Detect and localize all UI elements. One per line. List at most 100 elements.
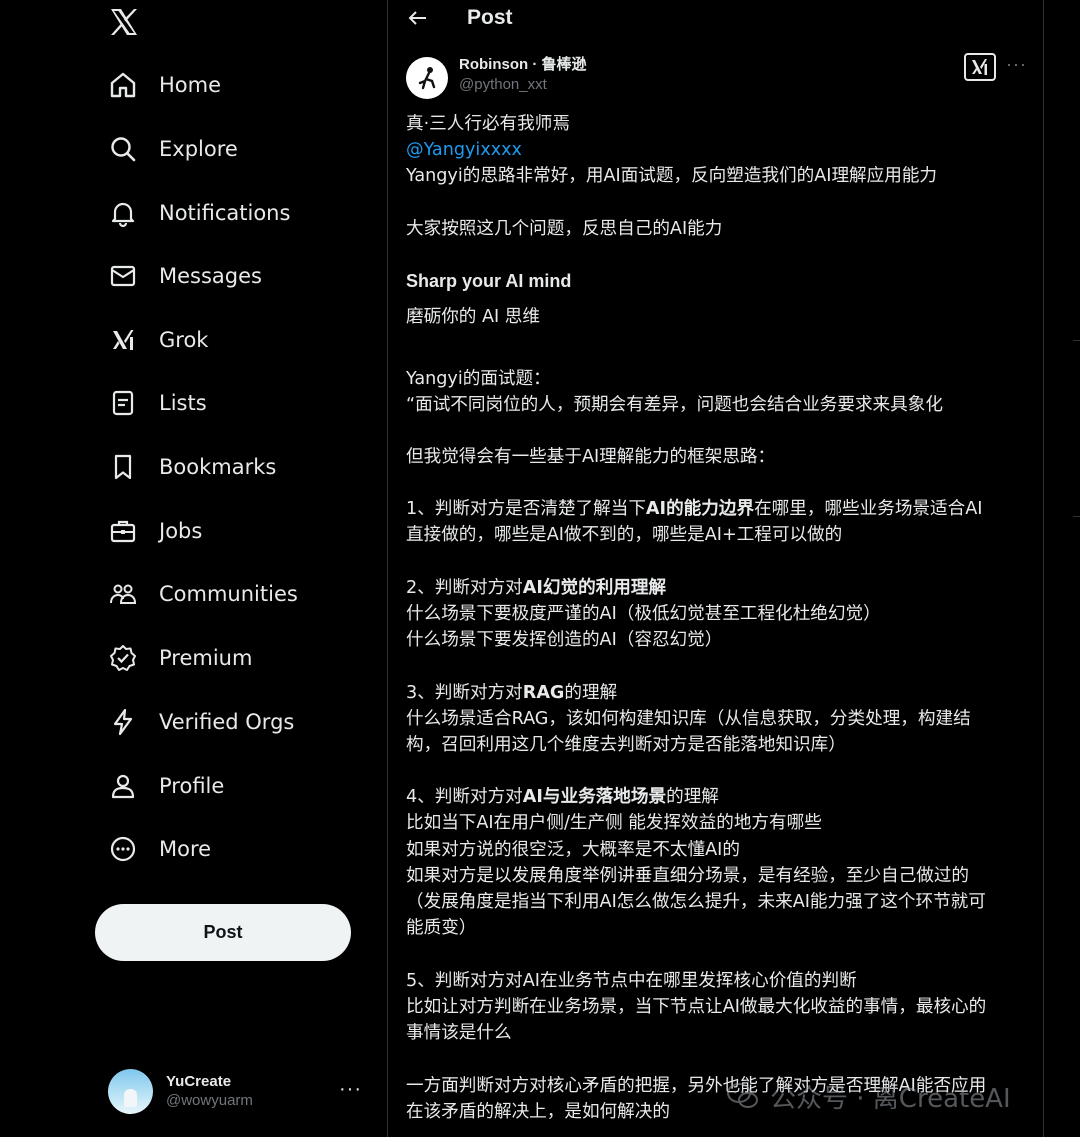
post-line: 1、判断对方是否清楚了解当下AI的能力边界在哪里，哪些业务场景适合AI (406, 496, 982, 522)
nav-verified-orgs-label: Verified Orgs (159, 710, 295, 734)
account-handle: @wowyuarm (166, 1092, 253, 1109)
watermark-text: 公众号 · 离CreateAI (770, 1083, 1011, 1114)
nav-premium-label: Premium (159, 646, 253, 670)
post-line: 3、判断对方对RAG的理解 (406, 680, 617, 706)
x-logo-icon[interactable] (104, 2, 144, 42)
nav-messages-label: Messages (159, 264, 262, 288)
nav-jobs-label: Jobs (159, 519, 203, 543)
post-text-span: 1、判断对方是否清楚了解当下 (406, 499, 646, 519)
nav-home[interactable]: Home (106, 60, 221, 110)
nav-grok[interactable]: Grok (106, 315, 208, 365)
post-line: 什么场景下要发挥创造的AI（容忍幻觉） (406, 630, 723, 650)
post-line: Yangyi的面试题： (406, 369, 551, 389)
nav-bookmarks-label: Bookmarks (159, 455, 277, 479)
page-title: Post (467, 6, 513, 29)
post-line: 如果对方说的很空泛，大概率是不太懂AI的 (406, 840, 740, 860)
author-handle[interactable]: @python_xxt (459, 76, 547, 93)
author-avatar[interactable] (406, 57, 448, 99)
nav-grok-label: Grok (159, 328, 209, 352)
avatar (108, 1068, 153, 1114)
home-icon (106, 68, 140, 102)
post-line: 比如让对方判断在业务场景，当下节点让AI做最大化收益的事情，最核心的 (406, 997, 987, 1017)
post-line: 4、判断对方对AI与业务落地场景的理解 (406, 784, 719, 810)
post-line: 2、判断对方对AI幻觉的利用理解 (406, 575, 666, 601)
nav-communities-label: Communities (159, 582, 298, 606)
account-switcher[interactable]: YuCreate @wowyuarm ··· (108, 1066, 368, 1116)
nav-communities[interactable]: Communities (106, 569, 298, 619)
nav-bookmarks[interactable]: Bookmarks (106, 442, 276, 492)
post-text-bold: RAG (522, 683, 565, 703)
post-line: 事情该是什么 (406, 1023, 512, 1043)
account-name: YuCreate (166, 1073, 232, 1090)
more-options-icon[interactable]: ··· (339, 1078, 362, 1101)
post-line: 能质变） (406, 918, 477, 938)
grok-explain-button[interactable] (964, 53, 996, 81)
post-line: 构，召回利用这几个维度去判断对方是否能落地知识库） (406, 735, 846, 755)
post-text-bold: AI幻觉的利用理解 (522, 578, 667, 598)
post-header: Post (388, 0, 1043, 40)
nav-jobs[interactable]: Jobs (106, 506, 202, 556)
nav-premium[interactable]: Premium (106, 633, 252, 683)
divider (387, 0, 388, 1137)
mention-link[interactable]: @Yangyixxxx (406, 137, 522, 163)
nav-profile-label: Profile (159, 774, 225, 798)
mail-icon (106, 259, 140, 293)
post-line: （发展角度是指当下利用AI怎么做怎么提升，未来AI能力强了这个环节就可 (406, 892, 986, 912)
wechat-icon (726, 1081, 760, 1111)
nav-messages[interactable]: Messages (106, 251, 262, 301)
post-text-span: 在哪里，哪些业务场景适合AI (754, 499, 983, 519)
nav-explore[interactable]: Explore (106, 124, 238, 174)
post-line: 在该矛盾的解决上，是如何解决的 (406, 1102, 670, 1122)
nav-home-label: Home (159, 73, 222, 97)
post-text-span: 的理解 (666, 787, 719, 807)
post-line: 5、判断对方对AI在业务节点中在哪里发挥核心价值的判断 (406, 971, 857, 991)
grok-icon (972, 59, 987, 75)
person-icon (106, 769, 140, 803)
author-name[interactable]: Robinson · 鲁棒逊 (459, 53, 587, 74)
arrow-left-icon[interactable] (406, 6, 430, 30)
nav-explore-label: Explore (159, 137, 238, 161)
watermark: 公众号 · 离CreateAI (726, 1078, 1056, 1114)
search-icon (106, 132, 140, 166)
lightning-icon (106, 705, 140, 739)
nav-notifications-label: Notifications (159, 201, 291, 225)
post-text-bold: AI的能力边界 (645, 499, 755, 519)
list-icon (106, 386, 140, 420)
post-line: 比如当下AI在用户侧/生产侧 能发挥效益的地方有哪些 (406, 813, 822, 833)
right-panel-edge (1073, 0, 1080, 1137)
post-line: Yangyi的思路非常好，用AI面试题，反向塑造我们的AI理解应用能力 (406, 166, 938, 186)
post-line: 如果对方是以发展角度举例讲垂直细分场景，是有经验，至少自己做过的 (406, 866, 970, 886)
nav-lists-label: Lists (159, 391, 207, 415)
post-line: 大家按照这几个问题，反思自己的AI能力 (406, 219, 723, 239)
nav-more[interactable]: More (106, 824, 211, 874)
post-text-span: 2、判断对方对 (406, 578, 523, 598)
people-icon (106, 577, 140, 611)
post-line: 直接做的，哪些是AI做不到的，哪些是AI+工程可以做的 (406, 525, 843, 545)
post-more-button[interactable]: ··· (1006, 54, 1027, 75)
post-line: 磨砺你的 AI 思维 (406, 307, 540, 327)
post-button[interactable]: Post (95, 904, 351, 961)
post-line: 但我觉得会有一些基于AI理解能力的框架思路： (406, 447, 776, 467)
bookmark-icon (106, 450, 140, 484)
more-circle-icon (106, 832, 140, 866)
post-text-span: 的理解 (564, 683, 618, 703)
nav-more-label: More (159, 837, 212, 861)
post-line: 什么场景适合RAG，该如何构建知识库（从信息获取，分类处理，构建结 (406, 709, 971, 729)
nav-lists[interactable]: Lists (106, 378, 207, 428)
post-line: 什么场景下要极度严谨的AI（极低幻觉甚至工程化杜绝幻觉） (406, 604, 881, 624)
bell-icon (106, 196, 140, 230)
sidebar: Home Explore Notifications Messages Grok… (0, 0, 388, 1137)
divider (1043, 0, 1044, 1137)
post-line: “面试不同岗位的人，预期会有差异，问题也会结合业务要求来具象化 (406, 395, 943, 415)
post-text-span: 3、判断对方对 (406, 683, 523, 703)
post-line: Sharp your AI mind (406, 271, 572, 291)
briefcase-icon (106, 514, 140, 548)
verified-badge-icon (106, 641, 140, 675)
nav-profile[interactable]: Profile (106, 761, 224, 811)
nav-notifications[interactable]: Notifications (106, 188, 290, 238)
grok-icon (106, 323, 140, 357)
post-line: 真·三人行必有我师焉 (406, 114, 570, 134)
nav-verified-orgs[interactable]: Verified Orgs (106, 697, 294, 747)
post-text-bold: AI与业务落地场景 (522, 787, 667, 807)
post-text-span: 4、判断对方对 (406, 787, 523, 807)
